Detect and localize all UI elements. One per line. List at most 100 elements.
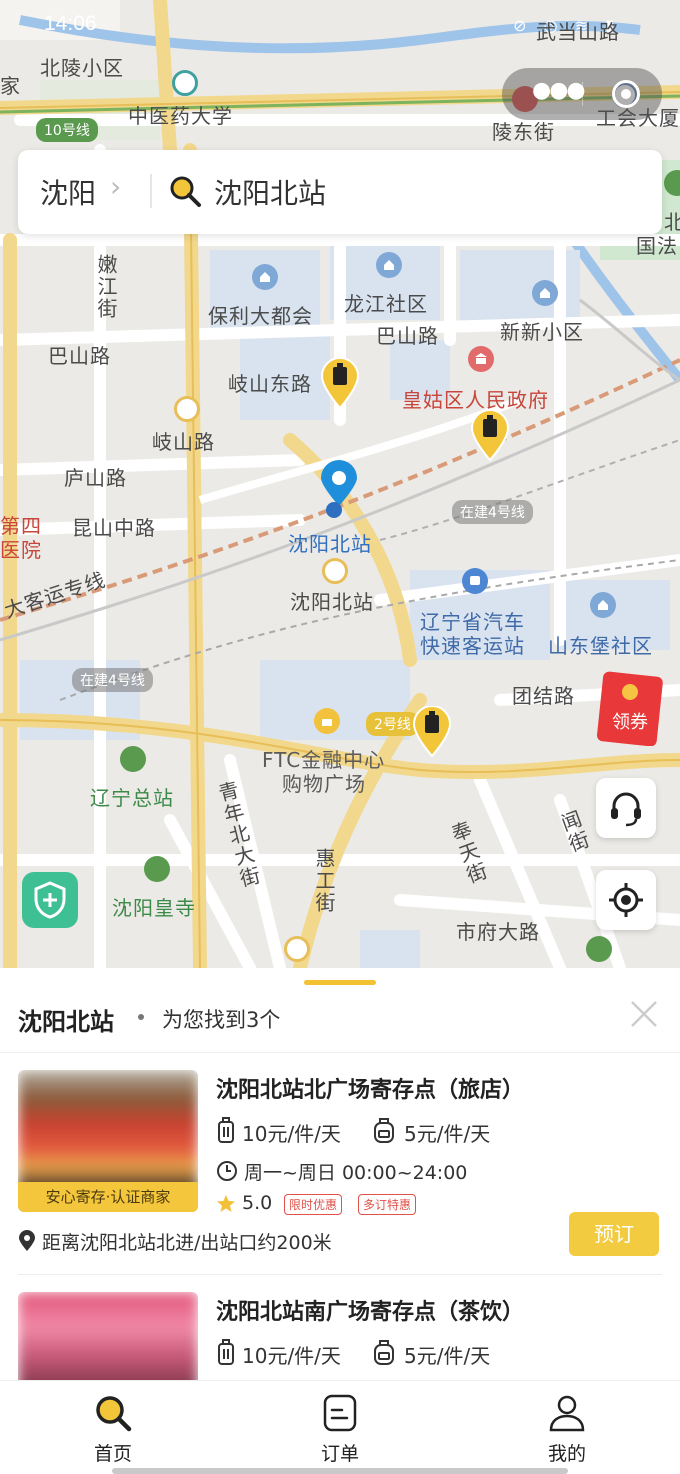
results-sheet[interactable]: 沈阳北站 为您找到3个 安心寄存·认证商家 沈阳北站北广场寄存点（旅店） 10元… (0, 968, 680, 1380)
destination-pin-icon (321, 460, 357, 518)
rating-value: 5.0 (242, 1192, 273, 1214)
locate-button[interactable] (596, 870, 656, 930)
map-view[interactable]: 14:06 ⊘ ◎ ≋ ▮ 武当山路 北陵小区 中医药大学 陵东街 工会大厦 国… (0, 0, 680, 968)
residential-icon (376, 252, 402, 278)
storage-point-name: 沈阳北站南广场寄存点（茶饮） (216, 1300, 525, 1325)
map-label: 中医药大学 (128, 104, 233, 128)
promo-tag: 限时优惠 (284, 1194, 343, 1215)
route-badge: 在建4号线 (452, 500, 533, 524)
safety-shield-button[interactable] (22, 872, 78, 928)
price-row: 10元/件/天 5元/件/天 (216, 1338, 636, 1368)
map-label: 快速客运站 (420, 634, 525, 658)
locate-icon (609, 883, 643, 917)
tab-orders[interactable]: 订单 (280, 1381, 400, 1474)
city-selector[interactable]: 沈阳 (40, 172, 96, 212)
luggage-price: 10元/件/天 (242, 1122, 341, 1146)
map-label: 北陵小区 (40, 56, 124, 80)
bus-stop-icon (322, 558, 348, 584)
scenic-icon (586, 936, 612, 962)
distance-text: 距离沈阳北站北进/出站口约200米 (42, 1232, 332, 1254)
price-row: 10元/件/天 5元/件/天 (216, 1116, 636, 1146)
book-button[interactable]: 预订 (569, 1212, 659, 1256)
certified-badge: 安心寄存·认证商家 (18, 1182, 198, 1212)
government-icon (468, 346, 494, 372)
map-label: 沈阳皇寺 (112, 896, 196, 920)
separator-dot (138, 1014, 144, 1020)
more-icon[interactable]: ●●● (532, 78, 586, 103)
home-indicator[interactable] (112, 1468, 568, 1474)
tab-home[interactable]: 首页 (53, 1381, 173, 1474)
results-title: 沈阳北站 (18, 1008, 114, 1036)
scenic-icon (120, 746, 146, 772)
status-time: 14:06 (44, 12, 97, 35)
map-label: 市府大路 (456, 920, 540, 944)
clock-icon (217, 1161, 237, 1181)
map-label: 沈阳北站 (288, 532, 372, 556)
map-label: 岐山路 (152, 430, 215, 454)
storage-point-card[interactable]: 安心寄存·认证商家 沈阳北站北广场寄存点（旅店） 10元/件/天 5元/件/天 (0, 1070, 680, 1276)
bag-price: 5元/件/天 (404, 1122, 491, 1146)
chevron-right-icon[interactable]: › (110, 170, 121, 203)
locker-pin-icon[interactable] (320, 358, 360, 410)
map-label: 巴山路 (376, 324, 439, 348)
map-label: 龙江社区 (344, 292, 428, 316)
scenic-icon (144, 856, 170, 882)
map-label: 北 (664, 210, 680, 234)
luggage-icon (218, 1117, 234, 1143)
storage-point-card[interactable]: 沈阳北站南广场寄存点（茶饮） 10元/件/天 5元/件/天 (0, 1292, 680, 1380)
sheet-drag-handle[interactable] (304, 980, 376, 985)
close-icon[interactable] (626, 996, 662, 1032)
coupon-red-packet[interactable]: 领券 (596, 670, 664, 746)
map-label: 新新小区 (500, 320, 584, 344)
bag-price: 5元/件/天 (404, 1344, 491, 1368)
tab-label: 首页 (93, 1443, 132, 1465)
profile-icon (549, 1395, 585, 1432)
tab-label: 我的 (547, 1443, 586, 1465)
shopping-icon (314, 708, 340, 734)
locker-pin-icon[interactable] (412, 706, 452, 758)
location-pin-icon (19, 1230, 35, 1251)
tab-profile[interactable]: 我的 (507, 1381, 627, 1474)
star-icon (217, 1195, 235, 1212)
residential-icon (252, 264, 278, 290)
route-badge: 2号线 (366, 712, 419, 736)
map-label: 沈阳北站 (290, 590, 374, 614)
search-input[interactable]: 沈阳北站 (214, 172, 326, 212)
bottom-tab-bar: 首页 订单 我的 (0, 1380, 680, 1474)
map-label: 嫩江街 (94, 254, 118, 320)
backpack-icon (374, 1340, 394, 1365)
bus-stop-icon (174, 396, 200, 422)
map-label: 辽宁总站 (90, 786, 174, 810)
backpack-icon (374, 1118, 394, 1143)
promo-tag: 多订特惠 (358, 1194, 417, 1215)
map-label: 购物广场 (282, 772, 366, 796)
mini-program-capsule[interactable]: ●●● (502, 68, 662, 120)
capsule-divider (582, 82, 583, 106)
subway-line-badge: 10号线 (36, 118, 98, 142)
divider (0, 1052, 680, 1053)
route-badge: 在建4号线 (72, 668, 153, 692)
locker-pin-icon[interactable] (470, 410, 510, 462)
map-label: 陵东街 (492, 120, 555, 144)
distance-row: 距离沈阳北站北进/出站口约200米 (18, 1228, 538, 1256)
hours-row: 周一~周日 00:00~24:00 (216, 1158, 636, 1184)
bus-station-icon (462, 568, 488, 594)
results-count: 为您找到3个 (162, 1008, 281, 1032)
luggage-icon (218, 1339, 234, 1365)
customer-service-button[interactable] (596, 778, 656, 838)
residential-icon (590, 592, 616, 618)
map-label: 山东堡社区 (548, 634, 653, 658)
map-label: 巴山路 (48, 344, 111, 368)
map-label: 庐山路 (64, 466, 127, 490)
map-label: 保利大都会 (208, 304, 313, 328)
search-icon (96, 1396, 132, 1432)
map-label: 惠工街 (312, 848, 336, 914)
close-mini-program-icon[interactable] (612, 80, 640, 108)
search-bar[interactable]: 沈阳 › 沈阳北站 (18, 150, 662, 234)
map-label: 家 (0, 74, 21, 98)
storage-point-name: 沈阳北站北广场寄存点（旅店） (216, 1078, 525, 1103)
map-label: 岐山东路 (228, 372, 312, 396)
coupon-label: 领券 (612, 712, 648, 733)
storage-point-photo (18, 1292, 198, 1380)
map-label: 皇姑区人民政府 (402, 388, 549, 412)
